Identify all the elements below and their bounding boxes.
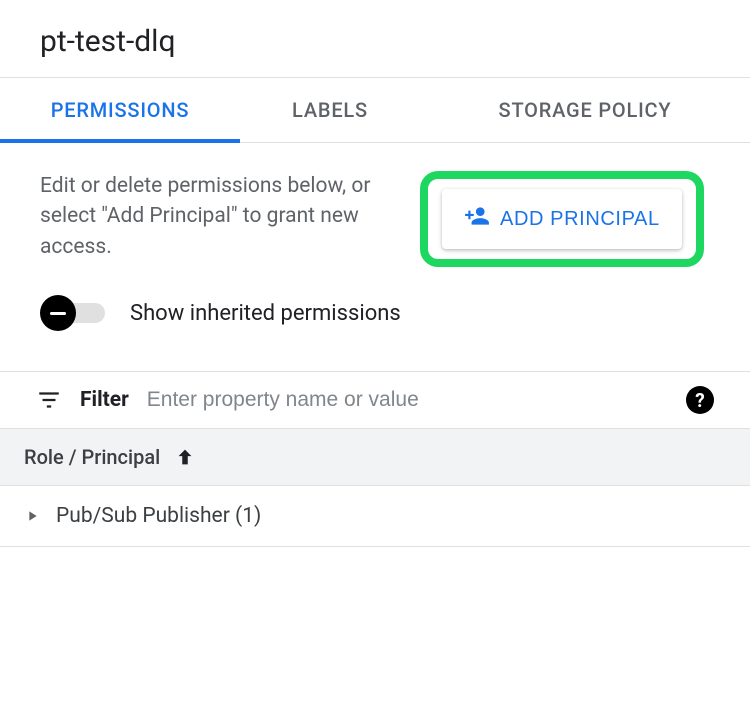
tab-storage-policy[interactable]: STORAGE POLICY — [420, 78, 750, 142]
inherited-toggle-row: Show inherited permissions — [40, 295, 710, 331]
help-icon[interactable]: ? — [686, 386, 714, 414]
toggle-thumb-minus-icon — [40, 295, 76, 331]
inherited-toggle-label: Show inherited permissions — [130, 301, 401, 326]
filter-label: Filter — [80, 388, 129, 412]
inherited-toggle[interactable] — [40, 295, 110, 331]
page-title: pt-test-dlq — [40, 24, 710, 59]
help-text: Edit or delete permissions below, or sel… — [40, 171, 400, 262]
role-row-label: Pub/Sub Publisher (1) — [56, 504, 261, 528]
tabs: PERMISSIONS LABELS STORAGE POLICY — [0, 78, 750, 143]
permissions-panel: Edit or delete permissions below, or sel… — [0, 143, 750, 371]
filter-input[interactable] — [147, 388, 668, 412]
add-principal-label: ADD PRINCIPAL — [500, 208, 660, 231]
sort-asc-icon[interactable] — [174, 446, 196, 468]
filter-icon — [36, 387, 62, 413]
highlight-box: ADD PRINCIPAL — [420, 171, 704, 267]
header: pt-test-dlq — [0, 0, 750, 78]
table-header: Role / Principal — [0, 429, 750, 486]
add-person-icon — [464, 203, 490, 235]
tab-labels[interactable]: LABELS — [240, 78, 420, 142]
tab-permissions[interactable]: PERMISSIONS — [0, 78, 240, 142]
table-row[interactable]: Pub/Sub Publisher (1) — [0, 486, 750, 547]
expand-caret-icon — [24, 508, 40, 524]
add-principal-button[interactable]: ADD PRINCIPAL — [442, 189, 682, 249]
column-role-principal[interactable]: Role / Principal — [24, 445, 160, 469]
edit-row: Edit or delete permissions below, or sel… — [40, 171, 710, 267]
filter-bar: Filter ? — [0, 371, 750, 429]
